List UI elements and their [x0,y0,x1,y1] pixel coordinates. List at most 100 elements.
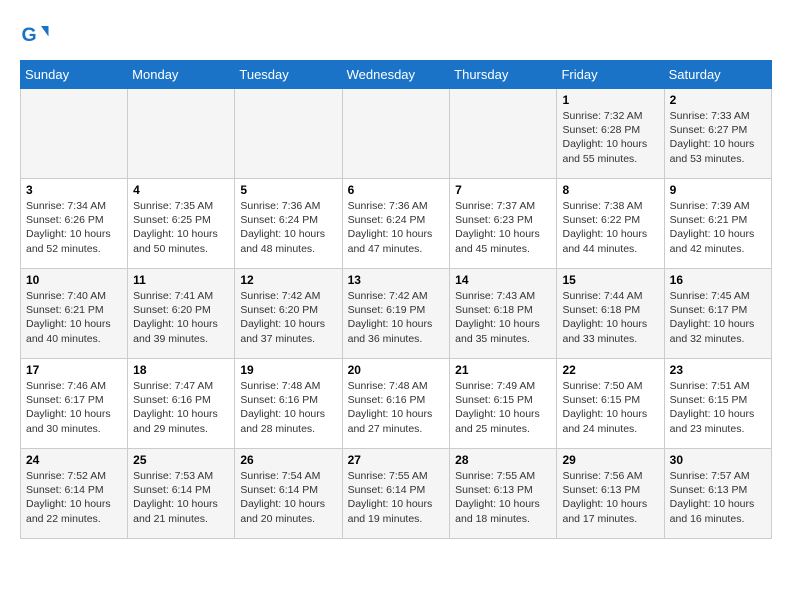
day-cell: 1 Sunrise: 7:32 AMSunset: 6:28 PMDaylight… [557,89,664,179]
weekday-tuesday: Tuesday [235,61,342,89]
day-cell: 4 Sunrise: 7:35 AMSunset: 6:25 PMDaylight… [128,179,235,269]
day-number: 4 [133,183,229,197]
day-number: 7 [455,183,551,197]
day-info: Sunrise: 7:33 AMSunset: 6:27 PMDaylight:… [670,109,766,166]
day-cell: 25 Sunrise: 7:53 AMSunset: 6:14 PMDayligh… [128,449,235,539]
day-cell [235,89,342,179]
day-cell: 6 Sunrise: 7:36 AMSunset: 6:24 PMDaylight… [342,179,450,269]
day-info: Sunrise: 7:45 AMSunset: 6:17 PMDaylight:… [670,289,766,346]
day-info: Sunrise: 7:35 AMSunset: 6:25 PMDaylight:… [133,199,229,256]
day-cell: 27 Sunrise: 7:55 AMSunset: 6:14 PMDayligh… [342,449,450,539]
day-number: 3 [26,183,122,197]
day-number: 24 [26,453,122,467]
day-number: 10 [26,273,122,287]
day-cell: 13Sunrise: 7:42 AMSunset: 6:19 PMDayligh… [342,269,450,359]
calendar-header: SundayMondayTuesdayWednesdayThursdayFrid… [21,61,772,89]
weekday-friday: Friday [557,61,664,89]
day-number: 5 [240,183,336,197]
day-cell: 20 Sunrise: 7:48 AMSunset: 6:16 PMDayligh… [342,359,450,449]
day-cell: 17 Sunrise: 7:46 AMSunset: 6:17 PMDayligh… [21,359,128,449]
weekday-header-row: SundayMondayTuesdayWednesdayThursdayFrid… [21,61,772,89]
day-number: 2 [670,93,766,107]
day-number: 18 [133,363,229,377]
day-info: Sunrise: 7:36 AMSunset: 6:24 PMDaylight:… [240,199,336,256]
day-info: Sunrise: 7:37 AMSunset: 6:23 PMDaylight:… [455,199,551,256]
day-number: 19 [240,363,336,377]
day-info: Sunrise: 7:56 AMSunset: 6:13 PMDaylight:… [562,469,658,526]
day-number: 22 [562,363,658,377]
day-info: Sunrise: 7:43 AMSunset: 6:18 PMDaylight:… [455,289,551,346]
day-number: 16 [670,273,766,287]
day-info: Sunrise: 7:42 AMSunset: 6:19 PMDaylight:… [348,289,445,346]
week-row-5: 24Sunrise: 7:52 AMSunset: 6:14 PMDayligh… [21,449,772,539]
day-cell: 3 Sunrise: 7:34 AMSunset: 6:26 PMDaylight… [21,179,128,269]
day-cell: 16 Sunrise: 7:45 AMSunset: 6:17 PMDayligh… [664,269,771,359]
day-cell: 12 Sunrise: 7:42 AMSunset: 6:20 PMDayligh… [235,269,342,359]
day-number: 6 [348,183,445,197]
day-cell: 2 Sunrise: 7:33 AMSunset: 6:27 PMDaylight… [664,89,771,179]
day-cell: 22 Sunrise: 7:50 AMSunset: 6:15 PMDayligh… [557,359,664,449]
page-header: G [20,20,772,50]
day-info: Sunrise: 7:40 AMSunset: 6:21 PMDaylight:… [26,289,122,346]
week-row-1: 1 Sunrise: 7:32 AMSunset: 6:28 PMDaylight… [21,89,772,179]
day-info: Sunrise: 7:36 AMSunset: 6:24 PMDaylight:… [348,199,445,256]
day-info: Sunrise: 7:48 AMSunset: 6:16 PMDaylight:… [348,379,445,436]
day-number: 30 [670,453,766,467]
weekday-sunday: Sunday [21,61,128,89]
day-number: 25 [133,453,229,467]
day-info: Sunrise: 7:49 AMSunset: 6:15 PMDaylight:… [455,379,551,436]
day-number: 1 [562,93,658,107]
calendar-table: SundayMondayTuesdayWednesdayThursdayFrid… [20,60,772,539]
day-number: 20 [348,363,445,377]
svg-text:G: G [22,24,37,46]
day-cell: 28 Sunrise: 7:55 AMSunset: 6:13 PMDayligh… [450,449,557,539]
day-info: Sunrise: 7:34 AMSunset: 6:26 PMDaylight:… [26,199,122,256]
day-info: Sunrise: 7:42 AMSunset: 6:20 PMDaylight:… [240,289,336,346]
day-cell [128,89,235,179]
day-cell [450,89,557,179]
day-info: Sunrise: 7:55 AMSunset: 6:13 PMDaylight:… [455,469,551,526]
day-cell: 10 Sunrise: 7:40 AMSunset: 6:21 PMDayligh… [21,269,128,359]
day-number: 11 [133,273,229,287]
day-info: Sunrise: 7:53 AMSunset: 6:14 PMDaylight:… [133,469,229,526]
day-info: Sunrise: 7:32 AMSunset: 6:28 PMDaylight:… [562,109,658,166]
logo: G [20,20,54,50]
day-cell: 8 Sunrise: 7:38 AMSunset: 6:22 PMDaylight… [557,179,664,269]
day-number: 8 [562,183,658,197]
day-number: 28 [455,453,551,467]
day-info: Sunrise: 7:57 AMSunset: 6:13 PMDaylight:… [670,469,766,526]
day-number: 29 [562,453,658,467]
day-cell: 5 Sunrise: 7:36 AMSunset: 6:24 PMDaylight… [235,179,342,269]
day-info: Sunrise: 7:48 AMSunset: 6:16 PMDaylight:… [240,379,336,436]
weekday-monday: Monday [128,61,235,89]
weekday-thursday: Thursday [450,61,557,89]
day-info: Sunrise: 7:50 AMSunset: 6:15 PMDaylight:… [562,379,658,436]
logo-icon: G [20,20,50,50]
day-cell: 24Sunrise: 7:52 AMSunset: 6:14 PMDayligh… [21,449,128,539]
day-cell: 11 Sunrise: 7:41 AMSunset: 6:20 PMDayligh… [128,269,235,359]
day-cell: 19 Sunrise: 7:48 AMSunset: 6:16 PMDayligh… [235,359,342,449]
day-number: 14 [455,273,551,287]
day-info: Sunrise: 7:38 AMSunset: 6:22 PMDaylight:… [562,199,658,256]
day-number: 12 [240,273,336,287]
day-info: Sunrise: 7:54 AMSunset: 6:14 PMDaylight:… [240,469,336,526]
day-cell [342,89,450,179]
day-info: Sunrise: 7:46 AMSunset: 6:17 PMDaylight:… [26,379,122,436]
weekday-wednesday: Wednesday [342,61,450,89]
day-cell: 9Sunrise: 7:39 AMSunset: 6:21 PMDaylight… [664,179,771,269]
day-number: 23 [670,363,766,377]
day-info: Sunrise: 7:55 AMSunset: 6:14 PMDaylight:… [348,469,445,526]
day-number: 17 [26,363,122,377]
day-cell: 18Sunrise: 7:47 AMSunset: 6:16 PMDayligh… [128,359,235,449]
calendar-body: 1 Sunrise: 7:32 AMSunset: 6:28 PMDaylight… [21,89,772,539]
week-row-2: 3 Sunrise: 7:34 AMSunset: 6:26 PMDaylight… [21,179,772,269]
day-number: 26 [240,453,336,467]
day-cell: 21Sunrise: 7:49 AMSunset: 6:15 PMDayligh… [450,359,557,449]
day-cell: 7 Sunrise: 7:37 AMSunset: 6:23 PMDaylight… [450,179,557,269]
day-cell: 14 Sunrise: 7:43 AMSunset: 6:18 PMDayligh… [450,269,557,359]
weekday-saturday: Saturday [664,61,771,89]
day-number: 27 [348,453,445,467]
day-info: Sunrise: 7:41 AMSunset: 6:20 PMDaylight:… [133,289,229,346]
week-row-3: 10 Sunrise: 7:40 AMSunset: 6:21 PMDayligh… [21,269,772,359]
day-number: 15 [562,273,658,287]
